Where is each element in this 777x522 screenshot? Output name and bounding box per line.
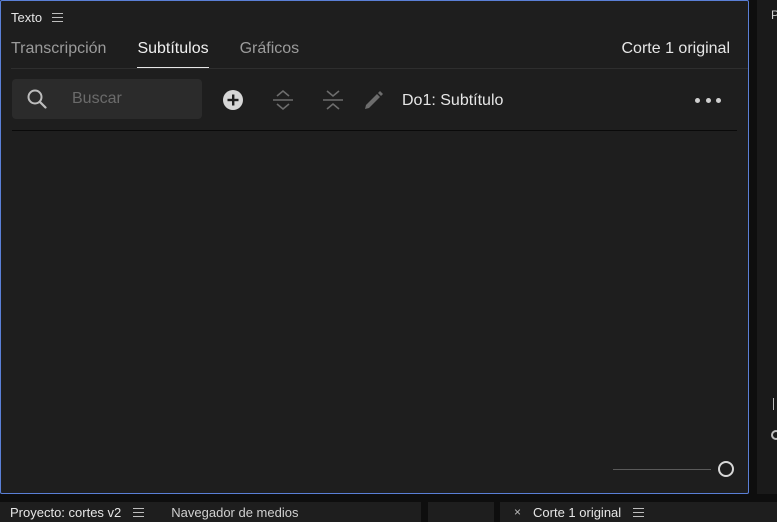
panel-title: Texto — [11, 9, 43, 25]
tab-bar: Transcripción Subtítulos Gráficos — [11, 39, 330, 69]
text-panel: Texto Transcripción Subtítulos Gráficos … — [0, 0, 749, 494]
more-icon[interactable] — [695, 89, 721, 111]
adjacent-panel-title: P — [771, 8, 777, 22]
tab-project[interactable]: Proyecto: cortes v2 — [10, 505, 121, 520]
tab-captions[interactable]: Subtítulos — [137, 39, 209, 69]
tab-graphics[interactable]: Gráficos — [240, 39, 300, 69]
timeline-panel-header: × Corte 1 original — [500, 502, 777, 522]
panel-menu-icon[interactable] — [52, 12, 64, 22]
split-caption-icon[interactable] — [271, 88, 295, 112]
tabs-divider — [11, 68, 748, 69]
zoom-slider-track[interactable] — [613, 469, 711, 470]
bottom-panel-bar: Proyecto: cortes v2 Navegador de medios … — [0, 502, 777, 522]
search-box[interactable] — [12, 79, 202, 119]
merge-caption-icon[interactable] — [321, 88, 345, 112]
adjacent-panel-divider — [773, 398, 774, 410]
search-input[interactable] — [70, 89, 184, 109]
zoom-slider-handle[interactable] — [718, 461, 734, 477]
caption-track-label[interactable]: Do1: Subtítulo — [402, 91, 503, 111]
tab-media-browser[interactable]: Navegador de medios — [171, 505, 298, 520]
toolbar-divider — [12, 130, 737, 131]
tab-transcription[interactable]: Transcripción — [11, 39, 106, 69]
panel-header: Texto — [11, 8, 64, 26]
edit-icon[interactable] — [361, 88, 385, 112]
close-icon[interactable]: × — [514, 505, 521, 519]
search-icon — [27, 89, 47, 109]
project-menu-icon[interactable] — [133, 507, 145, 517]
tab-timeline[interactable]: Corte 1 original — [533, 505, 621, 520]
project-panel-header: Proyecto: cortes v2 Navegador de medios — [0, 502, 421, 522]
timeline-menu-icon[interactable] — [633, 507, 645, 517]
add-caption-icon[interactable] — [221, 88, 245, 112]
adjacent-panel: P — [757, 0, 777, 494]
source-panel-header — [428, 502, 494, 522]
sequence-name: Corte 1 original — [621, 40, 731, 57]
adjacent-panel-control[interactable] — [771, 430, 777, 440]
